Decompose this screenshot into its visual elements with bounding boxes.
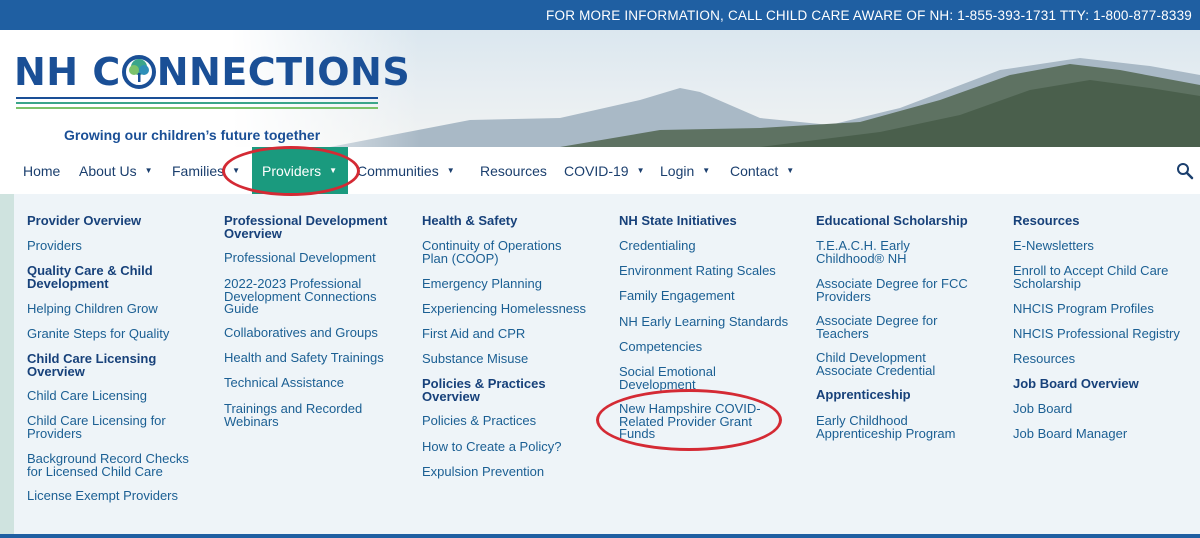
- menu-link[interactable]: NHCIS Professional Registry: [1013, 327, 1180, 341]
- menu-heading[interactable]: NH State Initiatives: [619, 214, 737, 228]
- menu-heading[interactable]: Educational Scholarship: [816, 214, 968, 228]
- main-nav: Home About Us ▼ Families ▼ Providers ▼ Comm…: [0, 147, 1200, 194]
- menu-link[interactable]: License Exempt Providers: [27, 489, 178, 503]
- menu-link[interactable]: How to Create a Policy?: [422, 440, 561, 454]
- menu-link[interactable]: T.E.A.C.H. Early Childhood® NH: [816, 239, 981, 265]
- menu-link[interactable]: Helping Children Grow: [27, 302, 158, 316]
- menu-link[interactable]: Collaboratives and Groups: [224, 326, 378, 340]
- menu-heading[interactable]: Policies & Practices Overview: [422, 377, 562, 403]
- menu-link[interactable]: Substance Misuse: [422, 352, 528, 366]
- chevron-down-icon: ▼: [636, 166, 645, 175]
- nav-providers[interactable]: Providers ▼: [252, 147, 348, 194]
- menu-link[interactable]: Experiencing Homelessness: [422, 302, 586, 316]
- nav-about-us[interactable]: About Us ▼: [79, 147, 153, 194]
- menu-link[interactable]: Continuity of Operations Plan (COOP): [422, 239, 582, 265]
- menu-link[interactable]: Early Childhood Apprenticeship Program: [816, 414, 976, 440]
- menu-heading[interactable]: Job Board Overview: [1013, 377, 1139, 391]
- menu-link[interactable]: NH Early Learning Standards: [619, 315, 788, 329]
- menu-link[interactable]: Policies & Practices: [422, 414, 536, 428]
- menu-link[interactable]: Child Development Associate Credential: [816, 351, 956, 377]
- menu-link[interactable]: Credentialing: [619, 239, 696, 253]
- menu-link[interactable]: Trainings and Recorded Webinars: [224, 402, 384, 428]
- nav-resources[interactable]: Resources: [480, 147, 547, 194]
- menu-heading[interactable]: Resources: [1013, 214, 1079, 228]
- menu-link[interactable]: Social Emotional Development: [619, 365, 739, 391]
- menu-heading[interactable]: Professional Development Overview: [224, 214, 404, 240]
- menu-link[interactable]: Associate Degree for Teachers: [816, 314, 956, 340]
- menu-link[interactable]: Health and Safety Trainings: [224, 351, 384, 365]
- logo-underline: [16, 97, 378, 112]
- menu-link[interactable]: First Aid and CPR: [422, 327, 525, 341]
- contact-info-text: FOR MORE INFORMATION, CALL CHILD CARE AW…: [546, 7, 1192, 23]
- menu-link[interactable]: Background Record Checks for Licensed Ch…: [27, 452, 207, 478]
- menu-link[interactable]: Resources: [1013, 352, 1075, 366]
- menu-link[interactable]: Associate Degree for FCC Providers: [816, 277, 981, 303]
- menu-left-strip: [0, 194, 14, 538]
- chevron-down-icon: ▼: [329, 166, 338, 175]
- nav-families[interactable]: Families ▼: [172, 147, 240, 194]
- site-header: NH C NNECTIONS Growing our children’s fu…: [0, 30, 1200, 147]
- nav-login[interactable]: Login ▼: [660, 147, 710, 194]
- logo-title: NH C NNECTIONS: [14, 50, 411, 94]
- search-icon[interactable]: [1176, 162, 1194, 180]
- menu-link[interactable]: Competencies: [619, 340, 702, 354]
- menu-link[interactable]: Professional Development: [224, 251, 376, 265]
- menu-link[interactable]: Providers: [27, 239, 82, 253]
- menu-link[interactable]: Job Board: [1013, 402, 1072, 416]
- nav-communities[interactable]: Communities ▼: [357, 147, 455, 194]
- menu-link-covid-grant-funds[interactable]: New Hampshire COVID-Related Provider Gra…: [619, 402, 769, 441]
- menu-bottom-border: [0, 534, 1200, 538]
- menu-heading[interactable]: Apprenticeship: [816, 388, 911, 402]
- nh-connections-logo[interactable]: NH C NNECTIONS Growing our children’s fu…: [14, 50, 410, 147]
- menu-link[interactable]: Child Care Licensing: [27, 389, 147, 403]
- logo-tagline: Growing our children’s future together: [64, 127, 321, 143]
- top-info-bar: FOR MORE INFORMATION, CALL CHILD CARE AW…: [0, 0, 1200, 30]
- menu-heading[interactable]: Child Care Licensing Overview: [27, 352, 167, 378]
- menu-link[interactable]: Family Engagement: [619, 289, 735, 303]
- menu-link[interactable]: Environment Rating Scales: [619, 264, 776, 278]
- menu-heading[interactable]: Provider Overview: [27, 214, 141, 228]
- chevron-down-icon: ▼: [702, 166, 711, 175]
- chevron-down-icon: ▼: [144, 166, 153, 175]
- menu-heading[interactable]: Quality Care & Child Development: [27, 264, 177, 290]
- chevron-down-icon: ▼: [232, 166, 241, 175]
- tree-logo-icon: [121, 55, 156, 89]
- nav-home[interactable]: Home: [23, 147, 60, 194]
- menu-link[interactable]: Emergency Planning: [422, 277, 542, 291]
- menu-heading[interactable]: Health & Safety: [422, 214, 517, 228]
- menu-link[interactable]: Job Board Manager: [1013, 427, 1127, 441]
- menu-link[interactable]: Expulsion Prevention: [422, 465, 544, 479]
- menu-link[interactable]: 2022-2023 Professional Development Conne…: [224, 277, 399, 316]
- chevron-down-icon: ▼: [786, 166, 795, 175]
- menu-link[interactable]: Technical Assistance: [224, 376, 344, 390]
- nav-contact[interactable]: Contact ▼: [730, 147, 794, 194]
- menu-link[interactable]: Enroll to Accept Child Care Scholarship: [1013, 264, 1183, 290]
- chevron-down-icon: ▼: [446, 166, 455, 175]
- nav-covid-19[interactable]: COVID-19 ▼: [564, 147, 645, 194]
- menu-link[interactable]: NHCIS Program Profiles: [1013, 302, 1154, 316]
- menu-link[interactable]: Granite Steps for Quality: [27, 327, 169, 341]
- menu-link[interactable]: Child Care Licensing for Providers: [27, 414, 187, 440]
- menu-link[interactable]: E-Newsletters: [1013, 239, 1094, 253]
